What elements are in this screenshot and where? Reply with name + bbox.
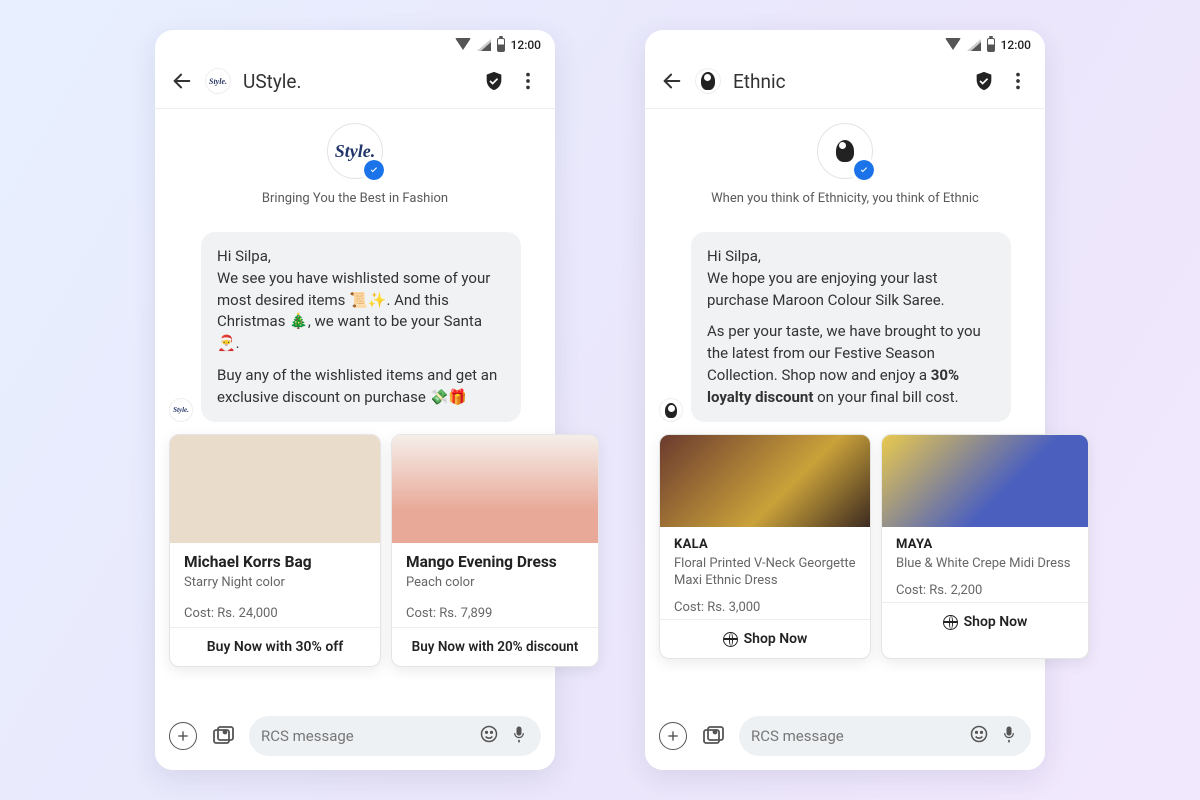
phone-ethnic: 12:00 Ethnic When you think of Ethnicity… bbox=[645, 30, 1045, 770]
product-title: MAYA bbox=[896, 537, 1074, 552]
status-time: 12:00 bbox=[511, 38, 541, 52]
message-input-bar: RCS message bbox=[645, 704, 1045, 770]
brand-logo-text: Style. bbox=[335, 141, 376, 162]
msg-greeting: Hi Silpa, bbox=[707, 247, 761, 265]
product-subtitle: Peach color bbox=[406, 575, 584, 592]
product-image bbox=[660, 435, 870, 527]
message-input-bar: RCS message bbox=[155, 704, 555, 770]
back-button[interactable] bbox=[171, 70, 193, 92]
product-title: KALA bbox=[674, 537, 856, 552]
status-bar: 12:00 bbox=[155, 30, 555, 56]
mic-icon[interactable] bbox=[999, 724, 1019, 748]
ethnic-logo-icon bbox=[836, 140, 854, 162]
product-image bbox=[882, 435, 1088, 527]
battery-icon bbox=[497, 38, 505, 52]
message-avatar bbox=[659, 398, 683, 422]
rcs-message-input[interactable]: RCS message bbox=[739, 716, 1031, 756]
product-card[interactable]: KALA Floral Printed V-Neck Georgette Max… bbox=[659, 434, 871, 659]
overflow-menu-button[interactable] bbox=[517, 70, 539, 92]
product-action-button[interactable]: Buy Now with 30% off bbox=[170, 627, 380, 666]
status-bar: 12:00 bbox=[645, 30, 1045, 56]
product-title: Mango Evening Dress bbox=[406, 553, 584, 571]
verified-badge-icon bbox=[854, 160, 874, 180]
brand-logo bbox=[817, 123, 873, 179]
brand-avatar bbox=[695, 68, 721, 94]
rcs-message-input[interactable]: RCS message bbox=[249, 716, 541, 756]
product-subtitle: Floral Printed V-Neck Georgette Maxi Eth… bbox=[674, 556, 856, 590]
signal-icon bbox=[967, 39, 981, 51]
verified-shield-icon[interactable] bbox=[973, 70, 995, 92]
back-button[interactable] bbox=[661, 70, 683, 92]
card-carousel[interactable]: KALA Floral Printed V-Neck Georgette Max… bbox=[645, 422, 1045, 659]
phone-ustyle: 12:00 Style. UStyle. Style. Bringing You… bbox=[155, 30, 555, 770]
input-placeholder: RCS message bbox=[261, 727, 469, 745]
plus-button[interactable] bbox=[659, 722, 687, 750]
globe-icon bbox=[723, 632, 738, 647]
status-time: 12:00 bbox=[1001, 38, 1031, 52]
product-action-button[interactable]: Buy Now with 20% discount bbox=[392, 627, 598, 666]
product-action-label: Buy Now with 30% off bbox=[207, 639, 343, 655]
product-image bbox=[392, 435, 598, 543]
wifi-icon bbox=[455, 38, 471, 50]
verified-badge-icon bbox=[364, 160, 384, 180]
product-image bbox=[170, 435, 380, 543]
emoji-icon[interactable] bbox=[479, 724, 499, 748]
product-card[interactable]: Michael Korrs Bag Starry Night color Cos… bbox=[169, 434, 381, 667]
emoji-icon[interactable] bbox=[969, 724, 989, 748]
product-cost: Cost: Rs. 7,899 bbox=[406, 606, 584, 621]
msg-line-2: Buy any of the wishlisted items and get … bbox=[217, 365, 505, 409]
product-action-label: Shop Now bbox=[744, 631, 808, 647]
brand-tagline: When you think of Ethnicity, you think o… bbox=[655, 191, 1035, 206]
signal-icon bbox=[477, 39, 491, 51]
verified-shield-icon[interactable] bbox=[483, 70, 505, 92]
chat-header: Ethnic bbox=[645, 56, 1045, 109]
message-row: Hi Silpa, We hope you are enjoying your … bbox=[645, 214, 1045, 422]
product-subtitle: Blue & White Crepe Midi Dress bbox=[896, 556, 1074, 573]
wifi-icon bbox=[945, 38, 961, 50]
card-carousel[interactable]: Michael Korrs Bag Starry Night color Cos… bbox=[155, 422, 555, 667]
input-placeholder: RCS message bbox=[751, 727, 959, 745]
product-title: Michael Korrs Bag bbox=[184, 553, 366, 571]
chat-title: Ethnic bbox=[733, 70, 961, 93]
brand-hero: Style. Bringing You the Best in Fashion bbox=[155, 109, 555, 214]
brand-avatar: Style. bbox=[205, 68, 231, 94]
mic-icon[interactable] bbox=[509, 724, 529, 748]
product-card[interactable]: Mango Evening Dress Peach color Cost: Rs… bbox=[391, 434, 599, 667]
product-action-button[interactable]: Shop Now bbox=[882, 602, 1088, 641]
plus-button[interactable] bbox=[169, 722, 197, 750]
brand-tagline: Bringing You the Best in Fashion bbox=[165, 191, 545, 206]
msg-line-1: We see you have wishlisted some of your … bbox=[217, 269, 490, 352]
brand-hero: When you think of Ethnicity, you think o… bbox=[645, 109, 1045, 214]
product-cost: Cost: Rs. 2,200 bbox=[896, 583, 1074, 598]
globe-icon bbox=[943, 615, 958, 630]
msg-line-2: As per your taste, we have brought to yo… bbox=[707, 321, 995, 408]
msg-line-1: We hope you are enjoying your last purch… bbox=[707, 269, 945, 309]
product-card[interactable]: MAYA Blue & White Crepe Midi Dress Cost:… bbox=[881, 434, 1089, 659]
product-action-button[interactable]: Shop Now bbox=[660, 619, 870, 658]
message-bubble: Hi Silpa, We hope you are enjoying your … bbox=[691, 232, 1011, 422]
product-action-label: Buy Now with 20% discount bbox=[412, 639, 579, 655]
message-bubble: Hi Silpa, We see you have wishlisted som… bbox=[201, 232, 521, 422]
product-action-label: Shop Now bbox=[964, 614, 1028, 630]
message-avatar: Style. bbox=[169, 398, 193, 422]
battery-icon bbox=[987, 38, 995, 52]
chat-header: Style. UStyle. bbox=[155, 56, 555, 109]
overflow-menu-button[interactable] bbox=[1007, 70, 1029, 92]
brand-logo: Style. bbox=[327, 123, 383, 179]
message-row: Style. Hi Silpa, We see you have wishlis… bbox=[155, 214, 555, 422]
chat-title: UStyle. bbox=[243, 70, 471, 93]
product-subtitle: Starry Night color bbox=[184, 575, 366, 592]
msg-greeting: Hi Silpa, bbox=[217, 247, 271, 265]
product-cost: Cost: Rs. 24,000 bbox=[184, 606, 366, 621]
gallery-button[interactable] bbox=[699, 722, 727, 750]
product-cost: Cost: Rs. 3,000 bbox=[674, 600, 856, 615]
gallery-button[interactable] bbox=[209, 722, 237, 750]
